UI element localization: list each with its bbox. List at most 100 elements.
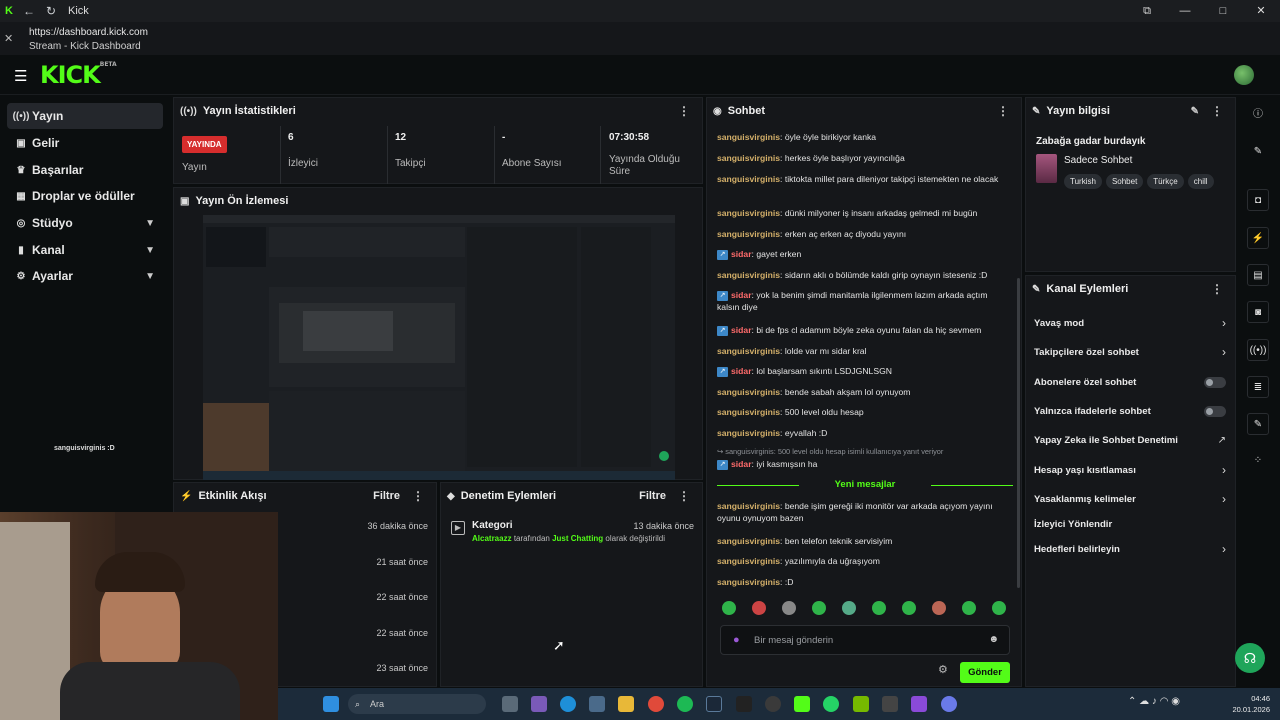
sidebar-item-kanal[interactable]: ▮ Kanal ▼ bbox=[7, 237, 163, 263]
emote-only-toggle[interactable] bbox=[1204, 406, 1226, 417]
more-options-icon[interactable]: ⋮ bbox=[1211, 282, 1223, 296]
chat-message[interactable]: sanguisvirginis: yazılımıyla da uğraşıyo… bbox=[717, 555, 1007, 567]
epic-games-icon[interactable] bbox=[736, 696, 752, 712]
emote-icon[interactable] bbox=[992, 601, 1006, 615]
kick-app-icon[interactable] bbox=[794, 696, 810, 712]
category-name[interactable]: Just Chatting bbox=[552, 534, 603, 543]
obs-icon[interactable] bbox=[765, 696, 781, 712]
nvidia-icon[interactable] bbox=[853, 696, 869, 712]
emote-icon[interactable] bbox=[722, 601, 736, 615]
action-host[interactable]: İzleyici Yönlendir bbox=[1034, 519, 1226, 530]
chat-message[interactable]: sanguisvirginis: herkes öyle başlıyor ya… bbox=[717, 152, 1007, 164]
chat-message[interactable]: sanguisvirginis: erken aç erken aç diyod… bbox=[717, 228, 1007, 240]
menu-icon[interactable]: ☰ bbox=[14, 67, 27, 85]
stream-preview-video[interactable] bbox=[203, 215, 675, 480]
edge-icon[interactable] bbox=[560, 696, 576, 712]
sidebar-item-basarilar[interactable]: ♛ Başarılar bbox=[7, 157, 163, 183]
action-banned-words[interactable]: Yasaklanmış kelimeler › bbox=[1034, 492, 1226, 506]
chat-message[interactable]: sanguisvirginis: tiktokta millet para di… bbox=[717, 173, 1007, 185]
info-icon[interactable]: ⓘ bbox=[1247, 104, 1269, 126]
sidebar-item-gelir[interactable]: ▣ Gelir bbox=[7, 130, 163, 156]
action-slow-mode[interactable]: Yavaş mod › bbox=[1034, 316, 1226, 330]
chat-scrollbar[interactable] bbox=[1017, 278, 1020, 588]
more-options-icon[interactable]: ⋮ bbox=[678, 489, 690, 503]
chrome-icon[interactable] bbox=[648, 696, 664, 712]
minimize-button[interactable]: — bbox=[1166, 0, 1204, 22]
lightning-icon[interactable]: ⚡ bbox=[1247, 227, 1269, 249]
chat-message[interactable]: sanguisvirginis: öyle öyle birikiyor kan… bbox=[717, 131, 1007, 143]
app-icon[interactable] bbox=[531, 696, 547, 712]
folder-icon[interactable] bbox=[618, 696, 634, 712]
sidebar-item-studyo[interactable]: ◎ Stüdyo ▼ bbox=[7, 210, 163, 236]
more-options-icon[interactable]: ⋮ bbox=[997, 104, 1009, 118]
chat-message[interactable]: sanguisvirginis: sidarın aklı o bölümde … bbox=[717, 269, 1007, 281]
action-goals[interactable]: Hedefleri belirleyin › bbox=[1034, 542, 1226, 556]
kick-logo[interactable]: KICKBETA bbox=[40, 61, 117, 89]
close-window-button[interactable]: ✕ bbox=[1242, 0, 1280, 22]
task-view-icon[interactable] bbox=[502, 696, 518, 712]
chat-message[interactable]: ↗ sidar: bi de fps cl adamım böyle zeka o… bbox=[717, 324, 1007, 336]
action-emote-only[interactable]: Yalnızca ifadelerle sohbet bbox=[1034, 406, 1226, 417]
steam-icon[interactable] bbox=[706, 696, 722, 712]
chat-message[interactable]: sanguisvirginis: bende işim gereği iki m… bbox=[717, 500, 1007, 524]
help-button[interactable]: ☊ bbox=[1235, 643, 1265, 673]
close-icon[interactable]: ✕ bbox=[4, 32, 13, 45]
avatar[interactable] bbox=[1234, 65, 1254, 85]
spotify-icon[interactable] bbox=[677, 696, 693, 712]
back-icon[interactable]: ← bbox=[18, 4, 40, 18]
app-icon[interactable] bbox=[882, 696, 898, 712]
chat-message[interactable]: sanguisvirginis: dünki milyoner iş insan… bbox=[717, 207, 1007, 219]
chat-message[interactable]: sanguisvirginis: eyvallah :D bbox=[717, 427, 1007, 439]
subscribers-only-toggle[interactable] bbox=[1204, 377, 1226, 388]
share-icon[interactable]: ⁘ bbox=[1247, 450, 1269, 472]
emoji-icon[interactable]: ☻ bbox=[988, 634, 999, 645]
tray-icons[interactable]: ⌃ ☁ ♪ ◠ ◉ bbox=[1128, 696, 1180, 707]
emote-icon[interactable] bbox=[872, 601, 886, 615]
chat-settings-icon[interactable]: ⚙ bbox=[938, 663, 948, 676]
action-account-age[interactable]: Hesap yaşı kısıtlaması › bbox=[1034, 463, 1226, 477]
edit-icon[interactable]: ✎ bbox=[1191, 106, 1199, 117]
sidebar-item-yayin[interactable]: ((•)) Yayın bbox=[7, 103, 163, 129]
emote-icon[interactable] bbox=[902, 601, 916, 615]
layers-icon[interactable]: ≣ bbox=[1247, 376, 1269, 398]
clipboard-icon[interactable]: ▤ bbox=[1247, 264, 1269, 286]
chat-input[interactable]: ● Bir mesaj gönderin ☻ bbox=[720, 625, 1010, 655]
send-button[interactable]: Gönder bbox=[960, 662, 1010, 683]
emote-icon[interactable] bbox=[812, 601, 826, 615]
more-options-icon[interactable]: ⋮ bbox=[678, 104, 690, 118]
taskbar-search[interactable]: ⌕ Ara bbox=[348, 694, 486, 714]
store-icon[interactable] bbox=[589, 696, 605, 712]
microphone-icon[interactable]: ● bbox=[733, 634, 740, 646]
emote-icon[interactable] bbox=[782, 601, 796, 615]
chat-message[interactable]: ↗ sidar: yok la benim şimdi manitamla ilg… bbox=[717, 289, 1007, 313]
more-options-icon[interactable]: ⋮ bbox=[412, 489, 424, 503]
emote-icon[interactable] bbox=[842, 601, 856, 615]
app-icon[interactable] bbox=[941, 696, 957, 712]
sidebar-item-droplar[interactable]: ▦ Droplar ve ödüller bbox=[7, 183, 163, 209]
pencil-icon[interactable]: ✎ bbox=[1247, 141, 1269, 163]
emote-icon[interactable] bbox=[752, 601, 766, 615]
start-icon[interactable] bbox=[323, 696, 339, 712]
moderator-name[interactable]: Alcatraazz bbox=[472, 534, 512, 543]
filter-button[interactable]: Filtre bbox=[639, 490, 666, 502]
taskbar-clock[interactable]: 04:46 20.01.2026 bbox=[1232, 693, 1270, 715]
refresh-icon[interactable]: ↻ bbox=[40, 4, 62, 18]
emote-icon[interactable] bbox=[962, 601, 976, 615]
maximize-button[interactable]: □ bbox=[1204, 0, 1242, 22]
chat-message[interactable]: sanguisvirginis: :D bbox=[717, 576, 1007, 588]
chat-message[interactable]: sanguisvirginis: lolde var mı sidar kral bbox=[717, 345, 1007, 357]
broadcast-icon[interactable]: ((•)) bbox=[1247, 339, 1269, 361]
chat-message[interactable]: sanguisvirginis: ben telefon teknik serv… bbox=[717, 535, 1007, 547]
chat-message[interactable]: sanguisvirginis: bende sabah akşam lol o… bbox=[717, 386, 1007, 398]
camera-icon[interactable]: ◘ bbox=[1247, 189, 1269, 211]
chat-message[interactable]: ↗ sidar: iyi kasmışsın ha bbox=[717, 458, 1007, 470]
chat-message[interactable]: ↗ sidar: lol başlarsam sıkıntı LSDJGNLSGN bbox=[717, 365, 1007, 377]
more-options-icon[interactable]: ⋮ bbox=[1211, 104, 1223, 118]
chat-message[interactable]: ↗ sidar: gayet erken bbox=[717, 248, 1007, 260]
filter-button[interactable]: Filtre bbox=[373, 490, 400, 502]
action-ai-moderation[interactable]: Yapay Zeka ile Sohbet Denetimi ↗ bbox=[1034, 435, 1226, 446]
sidebar-item-ayarlar[interactable]: ⚙ Ayarlar ▼ bbox=[7, 263, 163, 289]
chat-icon[interactable]: ◙ bbox=[1247, 301, 1269, 323]
chat-message[interactable]: sanguisvirginis: 500 level oldu hesap bbox=[717, 406, 1007, 418]
url-text[interactable]: https://dashboard.kick.com bbox=[29, 27, 148, 38]
